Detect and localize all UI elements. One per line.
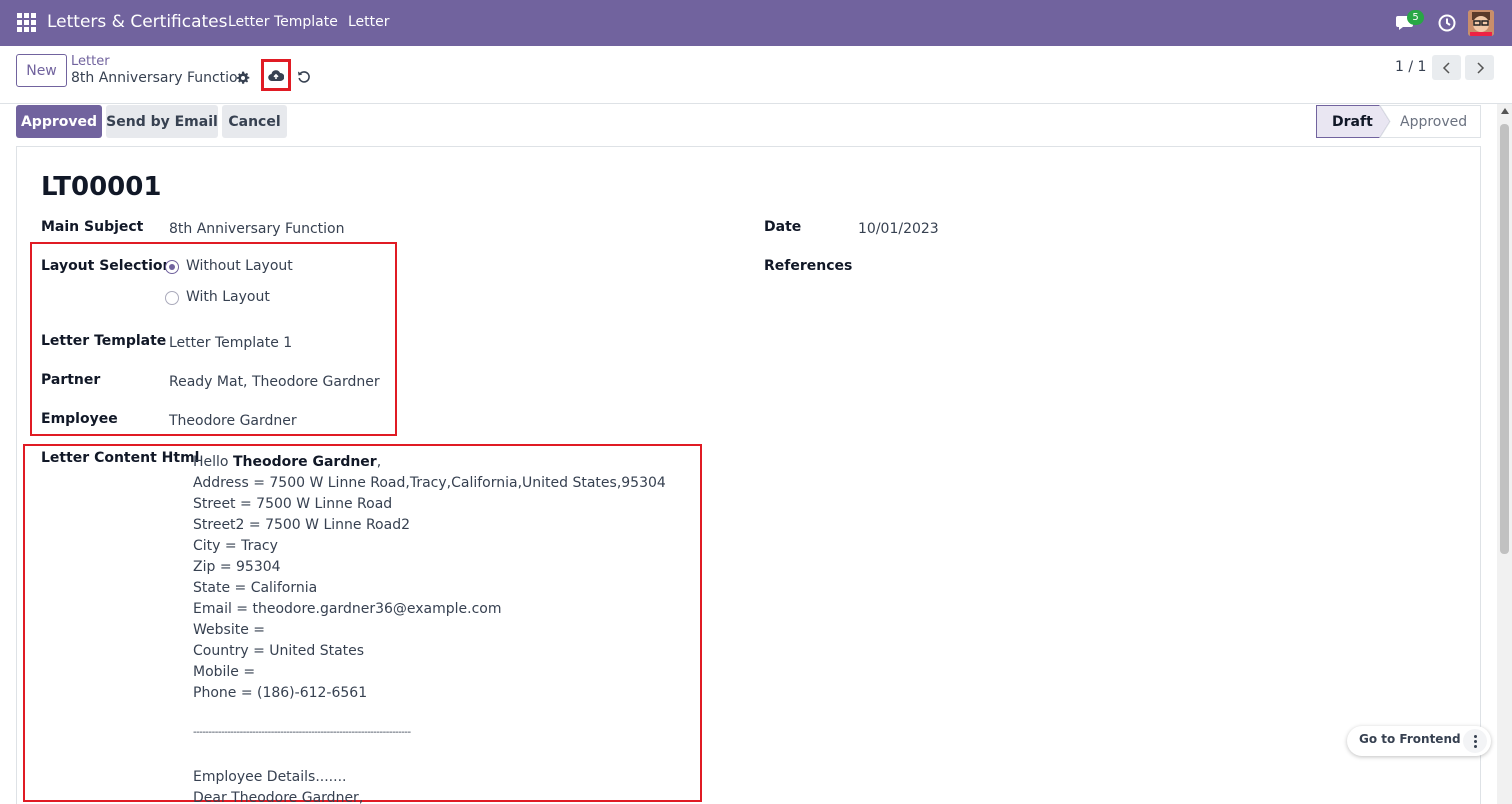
- radio-with-layout[interactable]: [165, 291, 179, 305]
- content-line[interactable]: Zip = 95304: [193, 559, 281, 575]
- control-panel: New Letter 8th Anniversary Function 1 / …: [0, 46, 1512, 104]
- content-line[interactable]: Street = 7500 W Linne Road: [193, 496, 392, 512]
- content-employee-details[interactable]: Employee Details.......: [193, 769, 346, 785]
- content-line[interactable]: Email = theodore.gardner36@example.com: [193, 601, 502, 617]
- save-button[interactable]: [261, 59, 291, 91]
- date-label: Date: [764, 219, 802, 235]
- chevron-left-icon: [1442, 61, 1450, 74]
- discard-icon[interactable]: [297, 70, 311, 84]
- content-line[interactable]: Address = 7500 W Linne Road,Tracy,Califo…: [193, 475, 666, 491]
- pager-next-button[interactable]: [1465, 55, 1494, 80]
- content-line[interactable]: Website =: [193, 622, 265, 638]
- content-line[interactable]: City = Tracy: [193, 538, 278, 554]
- pager-previous-button[interactable]: [1432, 55, 1461, 80]
- content-line[interactable]: State = California: [193, 580, 317, 596]
- user-avatar[interactable]: [1468, 10, 1494, 36]
- stage-draft[interactable]: Draft: [1332, 105, 1373, 138]
- partner-field[interactable]: Ready Mat, Theodore Gardner: [169, 374, 380, 390]
- breadcrumb-parent[interactable]: Letter: [71, 54, 110, 69]
- pager-value[interactable]: 1 / 1: [1395, 59, 1426, 75]
- content-greeting[interactable]: Hello Theodore Gardner,: [193, 454, 381, 470]
- record-name: LT00001: [41, 172, 162, 202]
- kebab-menu-icon[interactable]: [1463, 729, 1487, 753]
- stage-approved[interactable]: Approved: [1400, 105, 1467, 138]
- layout-selection-label: Layout Selection: [41, 258, 173, 274]
- menu-letter-template[interactable]: Letter Template: [228, 14, 338, 30]
- top-navbar: Letters & Certificates Letter Template L…: [0, 0, 1512, 46]
- letter-template-field[interactable]: Letter Template 1: [169, 335, 292, 351]
- partner-label: Partner: [41, 372, 101, 388]
- content-dear-line[interactable]: Dear Theodore Gardner,: [193, 790, 363, 804]
- date-field[interactable]: 10/01/2023: [858, 221, 939, 237]
- scroll-up-icon[interactable]: [1501, 108, 1509, 114]
- radio-without-layout[interactable]: [165, 260, 179, 274]
- breadcrumb-current: 8th Anniversary Function: [71, 70, 247, 86]
- employee-field[interactable]: Theodore Gardner: [169, 413, 297, 429]
- clock-icon[interactable]: [1438, 14, 1456, 32]
- chat-count-badge: 5: [1407, 10, 1424, 25]
- main-subject-field[interactable]: 8th Anniversary Function: [169, 221, 345, 237]
- status-bar: Approved Send by Email Cancel Draft Appr…: [0, 104, 1497, 146]
- chevron-right-icon: [1476, 61, 1484, 74]
- app-title[interactable]: Letters & Certificates: [47, 12, 228, 32]
- content-line[interactable]: Country = United States: [193, 643, 364, 659]
- cloud-upload-icon: [268, 69, 284, 81]
- gear-icon[interactable]: [236, 71, 250, 85]
- approved-button[interactable]: Approved: [16, 105, 102, 138]
- scrollbar-thumb[interactable]: [1500, 124, 1509, 554]
- employee-label: Employee: [41, 411, 118, 427]
- letter-template-label: Letter Template: [41, 333, 167, 349]
- content-line[interactable]: Phone = (186)-612-6561: [193, 685, 367, 701]
- go-to-frontend-button[interactable]: Go to Frontend: [1359, 732, 1461, 746]
- new-button[interactable]: New: [16, 54, 67, 87]
- frontend-toolbar: Go to Frontend: [1347, 726, 1491, 756]
- cancel-button[interactable]: Cancel: [222, 105, 287, 138]
- letter-content-label: Letter Content Html: [41, 450, 200, 466]
- content-line[interactable]: Street2 = 7500 W Linne Road2: [193, 517, 410, 533]
- main-subject-label: Main Subject: [41, 219, 144, 235]
- menu-letter[interactable]: Letter: [348, 14, 390, 30]
- content-separator[interactable]: ----------------------------------------…: [193, 727, 411, 738]
- content-line[interactable]: Mobile =: [193, 664, 255, 680]
- send-by-email-button[interactable]: Send by Email: [106, 105, 218, 138]
- radio-without-layout-label[interactable]: Without Layout: [186, 258, 293, 274]
- references-label: References: [764, 258, 853, 274]
- radio-with-layout-label[interactable]: With Layout: [186, 289, 270, 305]
- apps-menu-icon[interactable]: [17, 13, 36, 32]
